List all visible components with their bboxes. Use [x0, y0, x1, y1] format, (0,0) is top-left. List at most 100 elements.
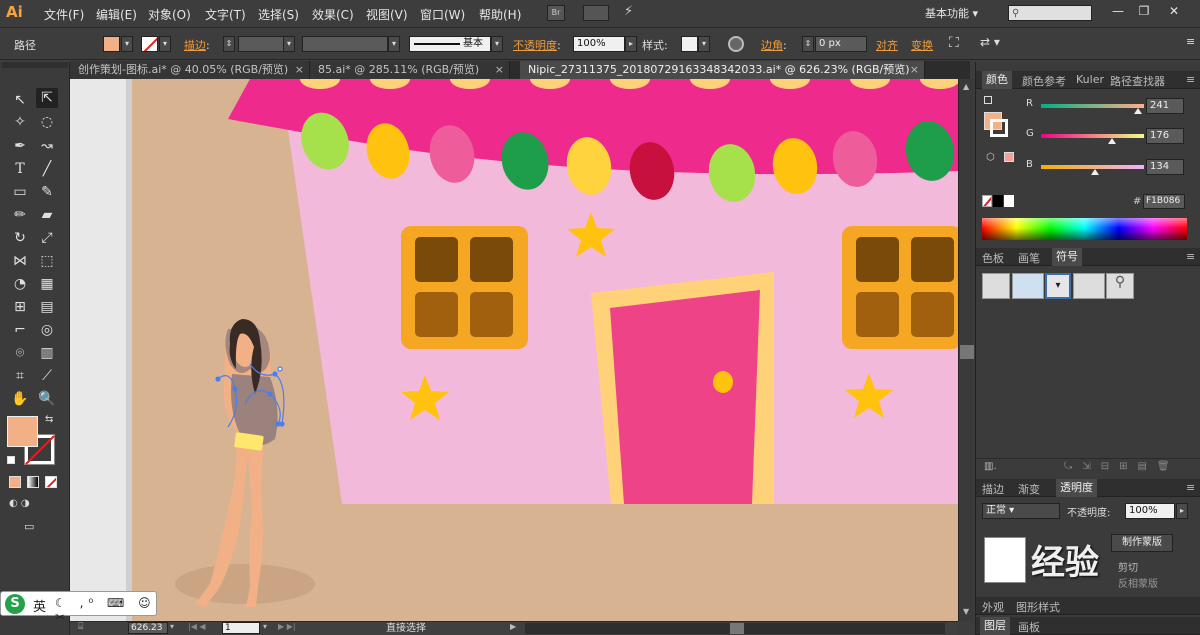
stroke-weight-dropdown[interactable]: ▾	[283, 36, 295, 52]
tab-symbols[interactable]: 符号	[1052, 248, 1082, 266]
close-tab-icon[interactable]: ×	[295, 61, 304, 78]
tab-color-guide[interactable]: 颜色参考	[1022, 73, 1066, 89]
rectangle-tool-icon[interactable]: ▭	[9, 182, 31, 202]
isolate-selected-icon[interactable]: ⛶	[949, 35, 967, 53]
gradient-tool-icon[interactable]: ▤	[36, 297, 58, 317]
panel-menu-icon[interactable]: ≡	[1186, 35, 1195, 48]
tab-stroke[interactable]: 描边	[982, 481, 1004, 497]
tab-layers[interactable]: 图层	[980, 617, 1010, 635]
direct-selection-tool-icon[interactable]: ⇱	[36, 88, 58, 108]
tab-document-3[interactable]: Nipic_27311375_20180729163348342033.ai* …	[520, 61, 925, 79]
color-panel-menu-icon[interactable]: ≡	[1186, 73, 1195, 86]
corner-radius-stepper[interactable]: ⇕	[802, 36, 814, 52]
artboard-tool-icon[interactable]: ⌗	[9, 366, 31, 386]
swap-colors-icon[interactable]: ⇆	[45, 414, 53, 425]
screen-mode-icon[interactable]: ▭	[24, 520, 44, 534]
red-track[interactable]	[1041, 104, 1144, 108]
variable-width-profile[interactable]	[302, 36, 388, 52]
rotate-tool-icon[interactable]: ↻	[9, 228, 31, 248]
graphic-style-swatch[interactable]	[681, 36, 698, 52]
line-tool-icon[interactable]: ╱	[36, 159, 58, 179]
eraser-tool-icon[interactable]: ▰	[36, 205, 58, 225]
menu-effect[interactable]: 效果(C)	[312, 6, 354, 23]
tab-transparency[interactable]: 透明度	[1056, 479, 1097, 497]
symbol-thumb[interactable]	[1012, 273, 1044, 299]
zoom-tool-icon[interactable]: 🔍	[36, 389, 58, 409]
selection-tool-icon[interactable]: ↖	[9, 90, 31, 110]
menu-type[interactable]: 文字(T)	[205, 6, 246, 23]
none-mode-icon[interactable]	[45, 476, 57, 488]
first-artboard-icon[interactable]: |◀ ◀	[188, 622, 206, 631]
artboard-number-field[interactable]: 1	[222, 622, 260, 634]
tab-graphic-styles[interactable]: 图形样式	[1016, 599, 1060, 615]
fill-swatch[interactable]	[103, 36, 120, 52]
minimize-button[interactable]: —	[1110, 4, 1126, 18]
tab-artboards[interactable]: 画板	[1018, 619, 1040, 635]
arrange-options-icon[interactable]: ⇄ ▾	[980, 35, 1004, 53]
width-tool-icon[interactable]: ⋈	[9, 251, 31, 271]
corner-radius-field[interactable]: 0 px	[815, 36, 867, 52]
green-thumb[interactable]	[1108, 138, 1117, 144]
restore-button[interactable]: ❐	[1136, 4, 1152, 18]
menu-window[interactable]: 窗口(W)	[420, 6, 465, 23]
black-swatch[interactable]	[993, 195, 1003, 207]
sogou-logo-icon[interactable]: S	[5, 594, 25, 614]
red-value[interactable]: 241	[1146, 98, 1184, 114]
recolor-artwork-icon[interactable]	[728, 36, 744, 52]
gradient-mode-icon[interactable]	[27, 476, 39, 488]
opacity-dropdown[interactable]: ▸	[625, 36, 637, 52]
tab-document-2[interactable]: 85.ai* @ 285.11% (RGB/预览) ×	[310, 61, 510, 79]
pen-tool-icon[interactable]: ✒	[9, 136, 31, 156]
magic-wand-tool-icon[interactable]: ✧	[9, 112, 31, 132]
symbol-thumb-selected[interactable]: ▾	[1045, 273, 1071, 299]
paintbrush-tool-icon[interactable]: ✎	[36, 182, 58, 202]
next-artboard-icon[interactable]: ▶ ▶|	[278, 622, 296, 631]
transform-link[interactable]: 变换	[911, 39, 933, 52]
tab-document-1[interactable]: 创作策划-图标.ai* @ 40.05% (RGB/预览) ×	[70, 61, 310, 79]
tab-color[interactable]: 颜色	[982, 71, 1012, 89]
type-tool-icon[interactable]: T	[9, 159, 31, 179]
green-value[interactable]: 176	[1146, 128, 1184, 144]
tab-gradient[interactable]: 渐变	[1018, 481, 1040, 497]
transparency-opacity-field[interactable]: 100%	[1125, 503, 1175, 519]
stroke-dropdown[interactable]: ▾	[159, 36, 171, 52]
make-mask-button[interactable]: 制作蒙版	[1111, 534, 1173, 552]
brush-dropdown[interactable]: ▾	[491, 36, 503, 52]
hex-field[interactable]: F1B086	[1143, 194, 1185, 209]
variable-width-dropdown[interactable]: ▾	[388, 36, 400, 52]
mesh-tool-icon[interactable]: ⊞	[9, 297, 31, 317]
blue-thumb[interactable]	[1091, 169, 1100, 175]
align-link[interactable]: 对齐	[876, 39, 898, 52]
menu-select[interactable]: 选择(S)	[258, 6, 299, 23]
perspective-grid-tool-icon[interactable]: ▦	[36, 274, 58, 294]
stroke-link[interactable]: 描边	[184, 39, 206, 52]
pencil-tool-icon[interactable]: ✏	[9, 205, 31, 225]
close-tab-icon[interactable]: ×	[495, 61, 504, 78]
blue-value[interactable]: 134	[1146, 159, 1184, 175]
color-spectrum[interactable]	[982, 218, 1187, 240]
ime-tools-icons[interactable]: ☾ ,⁰ ⌨ ☺ ✂	[55, 596, 156, 624]
close-window-button[interactable]: ✕	[1166, 4, 1182, 18]
vertical-scrollbar[interactable]: ▲ ▼	[958, 79, 974, 621]
gpu-performance-icon[interactable]: ⚡	[624, 4, 644, 22]
tab-brushes[interactable]: 画笔	[1018, 250, 1040, 266]
h-scroll-thumb[interactable]	[730, 623, 744, 634]
color-mode-icon[interactable]	[9, 476, 21, 488]
hand-tool-icon[interactable]: ✋	[9, 389, 31, 409]
object-thumbnail[interactable]	[984, 537, 1026, 583]
blue-slider[interactable]: B 134	[1006, 159, 1196, 175]
white-swatch[interactable]	[1004, 195, 1014, 207]
out-of-gamut-icon[interactable]: ⬡	[986, 152, 995, 163]
stroke-weight-stepper[interactable]: ⇕	[223, 36, 235, 52]
blend-mode-select[interactable]: 正常 ▾	[982, 503, 1060, 519]
close-tab-icon[interactable]: ×	[910, 61, 919, 78]
graphic-style-dropdown[interactable]: ▾	[698, 36, 710, 52]
menu-edit[interactable]: 编辑(E)	[96, 6, 137, 23]
green-track[interactable]	[1041, 134, 1144, 138]
lasso-tool-icon[interactable]: ◌	[36, 112, 58, 132]
symbols-panel-menu-icon[interactable]: ≡	[1186, 250, 1195, 263]
symbol-libraries-icon[interactable]: ▥.	[984, 461, 997, 472]
artboard-dropdown[interactable]: ▾	[263, 622, 267, 631]
default-colors-icon[interactable]	[7, 456, 15, 464]
help-search-input[interactable]: ⚲	[1008, 5, 1092, 21]
